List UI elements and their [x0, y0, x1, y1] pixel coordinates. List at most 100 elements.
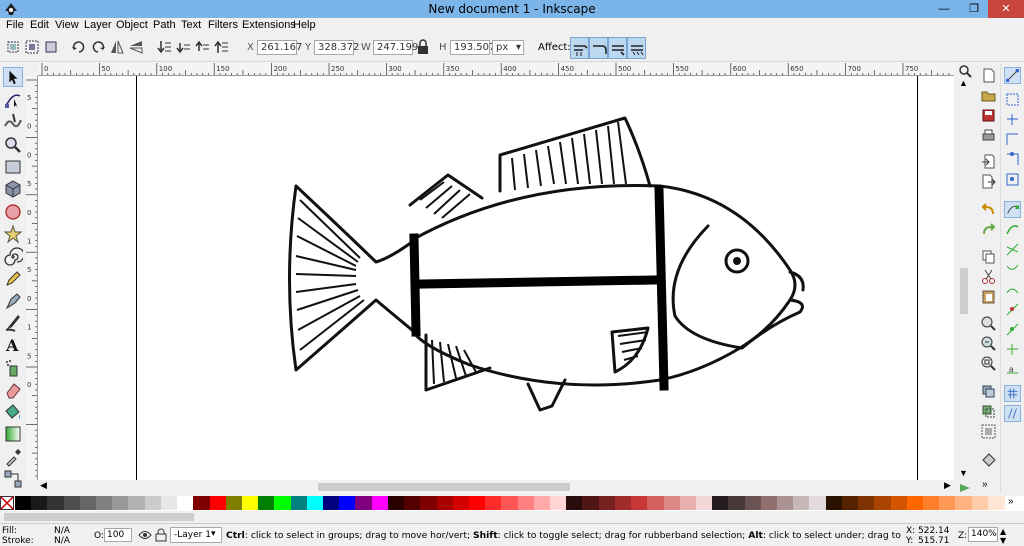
color-swatch[interactable] [63, 496, 81, 510]
zoom-page-icon[interactable] [980, 355, 997, 372]
color-swatch[interactable] [841, 496, 859, 510]
lock-icon[interactable] [416, 39, 430, 55]
ellipse-tool-icon[interactable] [3, 202, 23, 222]
snap-bbox-edge-icon[interactable] [1004, 111, 1021, 128]
color-swatch[interactable] [339, 496, 357, 510]
snap-bbox-icon[interactable] [1004, 91, 1021, 108]
color-swatch[interactable] [225, 496, 243, 510]
lower-to-bottom-icon[interactable] [155, 38, 173, 56]
duplicate-icon[interactable] [980, 383, 997, 400]
palette-scrollbar[interactable] [0, 511, 1024, 523]
drawing-canvas[interactable] [38, 76, 954, 480]
color-swatch[interactable] [355, 496, 373, 510]
copy-icon[interactable] [980, 248, 997, 265]
horizontal-ruler[interactable]: 0 50 100 150 200 250 300 350 400 450 500 550 600 650 7… [38, 63, 954, 76]
color-swatch[interactable] [955, 496, 973, 510]
import-icon[interactable] [980, 153, 997, 170]
palette-menu-icon[interactable]: » [1008, 496, 1014, 507]
color-swatch[interactable] [987, 496, 1005, 510]
affect-stroke-width-toggle[interactable] [570, 37, 589, 59]
export-icon[interactable] [980, 173, 997, 190]
color-swatch[interactable] [468, 496, 486, 510]
restore-button[interactable]: ❐ [960, 0, 988, 18]
menu-extensions[interactable]: Extensions [242, 19, 296, 31]
color-swatch[interactable] [306, 496, 324, 510]
color-swatch[interactable] [128, 496, 146, 510]
w-field[interactable]: 247.199 [373, 40, 418, 55]
menu-text[interactable]: Text [181, 19, 201, 31]
new-document-icon[interactable] [980, 67, 997, 84]
canvas-corner-icon[interactable] [958, 482, 972, 494]
cut-icon[interactable] [980, 268, 997, 285]
redo-icon[interactable] [980, 221, 997, 238]
node-tool-icon[interactable] [3, 90, 23, 110]
snap-bbox-corner-icon[interactable] [1004, 131, 1021, 148]
snap-object-centers-icon[interactable] [1004, 321, 1021, 338]
deselect-icon[interactable] [42, 38, 60, 56]
color-swatch[interactable] [647, 496, 665, 510]
menu-filters[interactable]: Filters [208, 19, 238, 31]
snap-rotation-center-icon[interactable] [1004, 341, 1021, 358]
color-swatch[interactable] [517, 496, 535, 510]
clone-icon[interactable] [980, 403, 997, 420]
color-swatch[interactable] [614, 496, 632, 510]
color-swatch[interactable] [679, 496, 697, 510]
snap-nodes-icon[interactable] [1004, 201, 1021, 218]
zoom-selection-icon[interactable] [980, 315, 997, 332]
color-swatch[interactable] [825, 496, 843, 510]
paint-bucket-tool-icon[interactable] [3, 402, 23, 422]
spray-tool-icon[interactable] [3, 358, 23, 378]
affect-gradients-toggle[interactable] [608, 37, 627, 59]
unit-select[interactable]: px ▾ [492, 40, 524, 55]
dropper-tool-icon[interactable] [3, 447, 23, 467]
color-swatch[interactable] [241, 496, 259, 510]
color-swatch[interactable] [922, 496, 940, 510]
undo-icon[interactable] [980, 201, 997, 218]
snap-cusp-nodes-icon[interactable] [1004, 261, 1021, 278]
snap-enable-icon[interactable] [1004, 67, 1021, 84]
menu-layer[interactable]: Layer [84, 19, 112, 31]
minimize-button[interactable]: — [930, 0, 958, 18]
open-icon[interactable] [980, 87, 997, 104]
color-swatch[interactable] [387, 496, 405, 510]
pen-tool-icon[interactable] [3, 291, 23, 311]
color-swatch[interactable] [436, 496, 454, 510]
color-swatch[interactable] [144, 496, 162, 510]
color-swatch[interactable] [209, 496, 227, 510]
color-swatch[interactable] [485, 496, 503, 510]
vertical-scrollbar[interactable]: ▲ ▼ [957, 76, 971, 480]
color-swatch[interactable] [566, 496, 584, 510]
select-all-layers-icon[interactable] [23, 38, 41, 56]
zoom-drawing-icon[interactable] [980, 335, 997, 352]
color-swatch[interactable] [744, 496, 762, 510]
color-swatch[interactable] [193, 496, 211, 510]
color-swatch[interactable] [112, 496, 130, 510]
snap-paths-icon[interactable] [1004, 221, 1021, 238]
zoom-corner-icon[interactable] [958, 64, 972, 78]
affect-patterns-toggle[interactable] [627, 37, 646, 59]
scroll-left-icon[interactable]: ◀ [40, 480, 47, 491]
palette-scroll-thumb[interactable] [4, 513, 194, 521]
flip-vertical-icon[interactable] [127, 38, 145, 56]
snap-intersections-icon[interactable] [1004, 241, 1021, 258]
layer-lock-icon[interactable] [155, 528, 167, 542]
color-swatch[interactable] [274, 496, 292, 510]
y-field[interactable]: 328.372 [314, 40, 359, 55]
color-swatch[interactable] [695, 496, 713, 510]
fill-value[interactable]: N/A [54, 526, 70, 536]
spiral-tool-icon[interactable] [3, 247, 23, 267]
more-commands-icon[interactable]: » [982, 479, 988, 490]
select-all-icon[interactable] [4, 38, 22, 56]
group-icon[interactable] [980, 423, 997, 440]
zoom-stepper-icon[interactable]: ▲ ▼ [1000, 527, 1006, 545]
pencil-tool-icon[interactable] [3, 269, 23, 289]
color-swatch[interactable] [598, 496, 616, 510]
color-swatch[interactable] [290, 496, 308, 510]
eraser-tool-icon[interactable] [3, 380, 23, 400]
color-swatch[interactable] [31, 496, 49, 510]
horizontal-scroll-thumb[interactable] [318, 483, 570, 491]
tweak-tool-icon[interactable] [3, 112, 23, 132]
flip-horizontal-icon[interactable] [108, 38, 126, 56]
color-swatch[interactable] [533, 496, 551, 510]
connector-tool-icon[interactable] [3, 469, 23, 489]
